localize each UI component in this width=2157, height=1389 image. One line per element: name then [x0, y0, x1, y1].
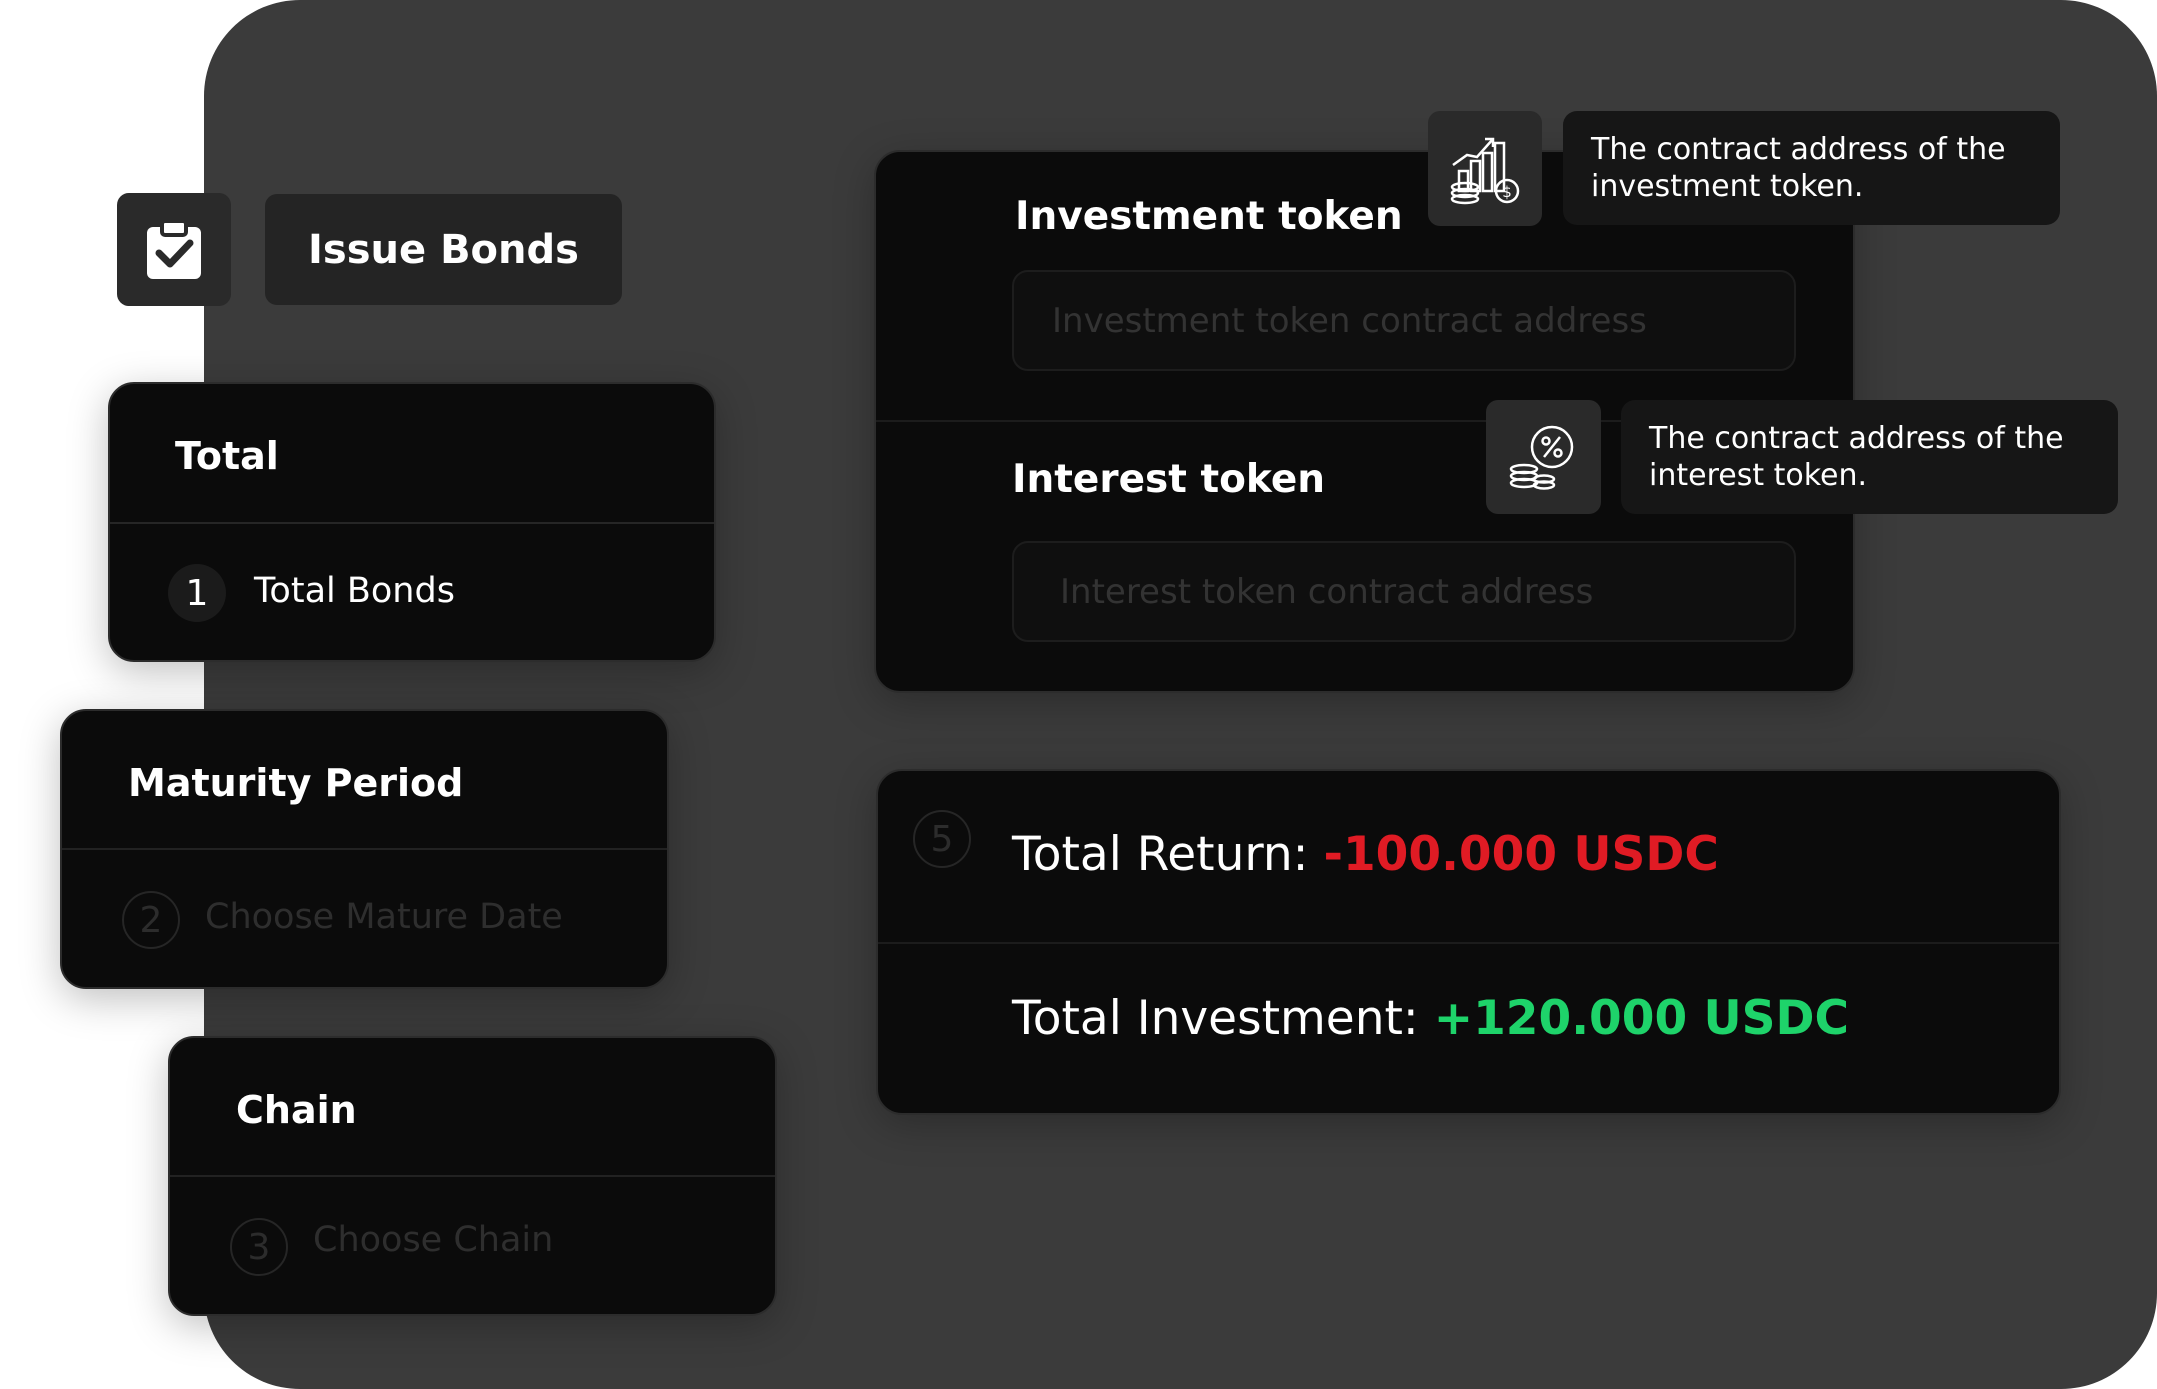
investment-info-icon-button[interactable]: $ [1428, 111, 1542, 226]
step-1-badge: 1 [168, 564, 226, 622]
choose-mature-date-field[interactable]: Choose Mature Date [205, 897, 563, 937]
maturity-period-title: Maturity Period [128, 761, 464, 805]
investment-token-title: Investment token [1015, 194, 1403, 239]
percent-coins-icon [1509, 425, 1573, 490]
investment-token-tooltip: The contract address of the investment t… [1563, 111, 2060, 225]
divider [62, 848, 667, 850]
growth-chart-coins-icon: $ [1450, 137, 1520, 204]
divider [110, 522, 714, 524]
step-2-badge: 2 [122, 891, 180, 949]
choose-chain-field[interactable]: Choose Chain [313, 1220, 553, 1260]
interest-info-icon-button[interactable] [1486, 400, 1601, 514]
interest-token-tooltip: The contract address of the interest tok… [1621, 400, 2118, 514]
interest-token-input[interactable]: Interest token contract address [1012, 541, 1796, 642]
interest-token-title: Interest token [1012, 457, 1326, 502]
total-return-line: Total Return: -100.000 USDC [1012, 827, 1719, 882]
clipboard-check-icon [147, 218, 201, 279]
summary-card: 5 Total Return: -100.000 USDC Total Inve… [876, 769, 2061, 1115]
step-5-badge: 5 [913, 810, 971, 868]
total-bonds-label[interactable]: Total Bonds [254, 571, 455, 611]
total-return-value: -100.000 USDC [1323, 827, 1719, 882]
divider [170, 1175, 775, 1177]
step-3-badge: 3 [230, 1218, 288, 1276]
issue-bonds-icon-button[interactable] [117, 193, 231, 306]
issue-bonds-button[interactable]: Issue Bonds [265, 194, 622, 305]
investment-token-input[interactable]: Investment token contract address [1012, 270, 1796, 371]
chain-card: Chain 3 Choose Chain [168, 1036, 777, 1316]
total-investment-label: Total Investment: [1012, 991, 1434, 1046]
total-card: Total 1 Total Bonds [108, 382, 716, 662]
divider [878, 942, 2059, 944]
total-investment-value: +120.000 USDC [1433, 991, 1850, 1046]
svg-text:$: $ [1502, 183, 1512, 201]
chain-title: Chain [236, 1088, 357, 1132]
total-title: Total [175, 434, 279, 478]
total-return-label: Total Return: [1012, 827, 1324, 882]
maturity-period-card: Maturity Period 2 Choose Mature Date [60, 709, 669, 989]
total-investment-line: Total Investment: +120.000 USDC [1012, 991, 1849, 1046]
